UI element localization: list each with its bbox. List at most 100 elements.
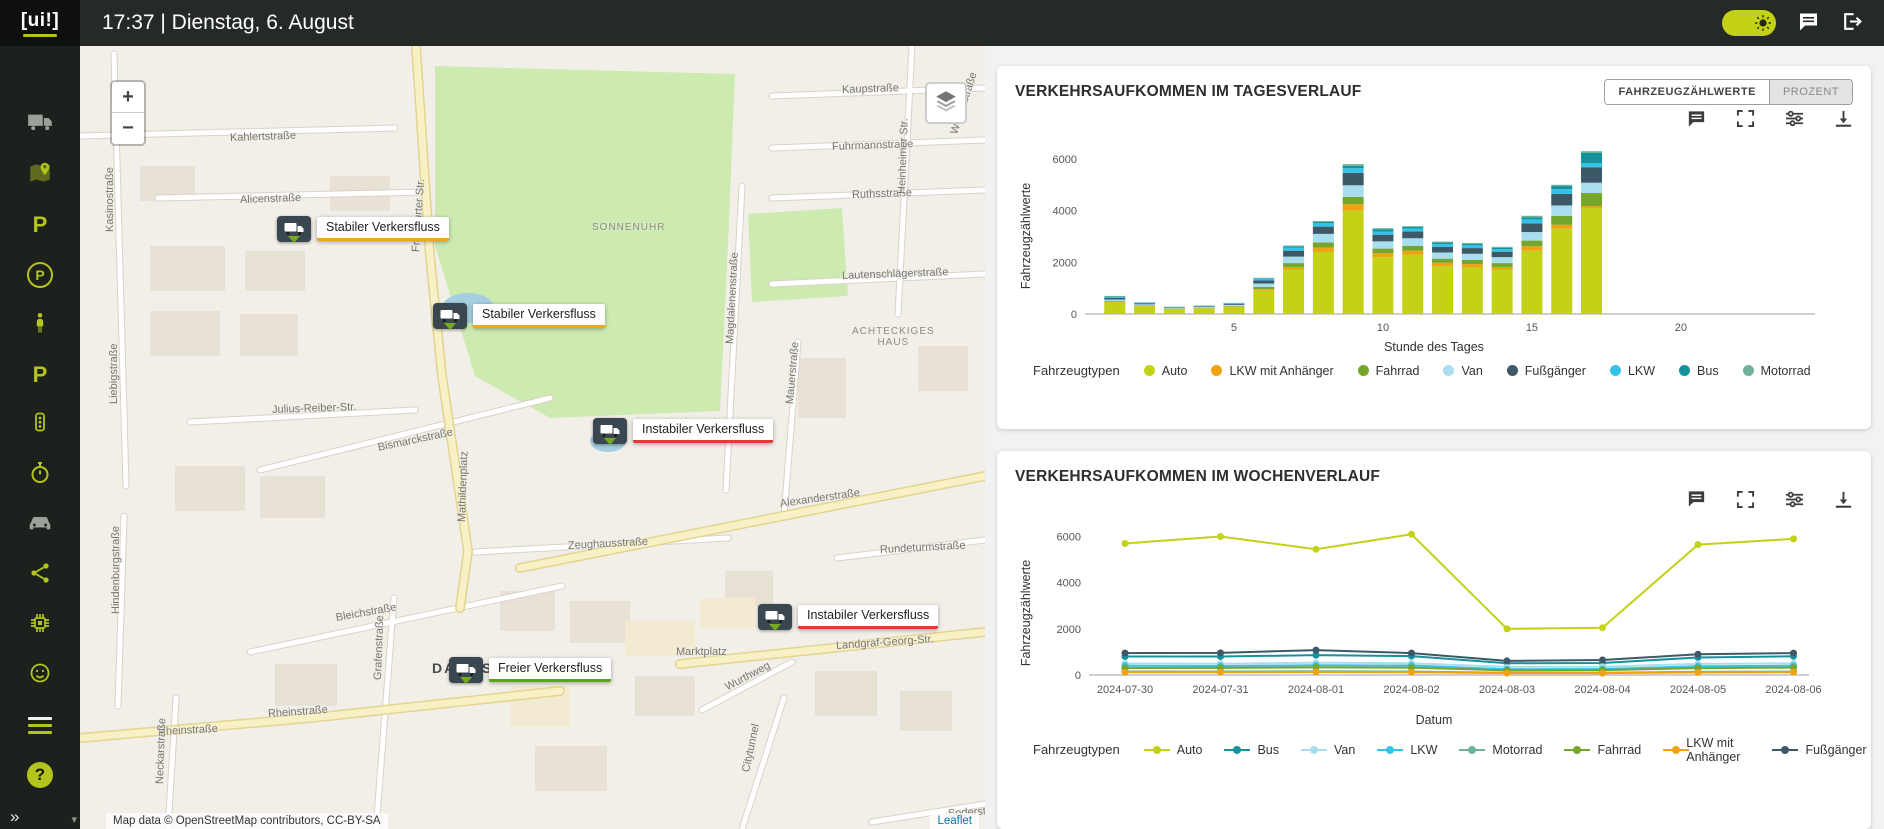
comment-button[interactable] xyxy=(1687,490,1706,509)
legend-item[interactable]: Bus xyxy=(1224,743,1279,757)
sidebar-nav: P P P xyxy=(0,100,80,800)
logout-icon xyxy=(1841,11,1862,35)
logo-accent xyxy=(23,34,57,37)
legend-item[interactable]: LKW mit Anhänger xyxy=(1663,736,1750,764)
legend-item[interactable]: LKW xyxy=(1610,364,1655,378)
map-attribution[interactable]: Map data © OpenStreetMap contributors, C… xyxy=(106,813,388,829)
legend-item[interactable]: Auto xyxy=(1144,364,1188,378)
sidebar-item-truck[interactable] xyxy=(0,100,80,150)
legend-label: Van xyxy=(1334,743,1355,757)
poi-label: SONNENUHR xyxy=(592,222,665,233)
sidebar-item-feedback[interactable] xyxy=(0,650,80,700)
sidebar-item-car[interactable] xyxy=(0,500,80,550)
legend-label: LKW mit Anhänger xyxy=(1686,736,1750,764)
traffic-flow-marker[interactable]: Instabiler Verkersfluss xyxy=(593,418,627,444)
legend-item[interactable]: LKW xyxy=(1377,743,1437,757)
chat-button[interactable] xyxy=(1798,12,1819,35)
marker-label: Instabiler Verkersfluss xyxy=(798,605,938,629)
layers-button[interactable] xyxy=(925,82,967,124)
leaflet-attribution[interactable]: Leaflet xyxy=(930,813,979,829)
legend-item[interactable]: Van xyxy=(1301,743,1355,757)
chart-legend: Fahrzeugtypen AutoLKW mit AnhängerFahrra… xyxy=(1033,363,1853,378)
legend-label: Fahrrad xyxy=(1597,743,1641,757)
zoom-out-button[interactable]: − xyxy=(112,113,144,144)
legend-label: Bus xyxy=(1257,743,1279,757)
topbar-controls xyxy=(1722,10,1862,36)
sidebar-expand-chevrons[interactable]: » xyxy=(10,807,20,827)
sidebar-item-menu[interactable] xyxy=(0,700,80,750)
street-label: Kahlertstraße xyxy=(230,130,296,144)
svg-text:6000: 6000 xyxy=(1057,531,1081,543)
toggle-percent[interactable]: PROZENT xyxy=(1770,80,1852,104)
legend-item[interactable]: Auto xyxy=(1144,743,1203,757)
download-button[interactable] xyxy=(1834,109,1853,128)
legend-item[interactable]: Van xyxy=(1443,364,1482,378)
map-canvas[interactable]: KasinostraßeKahlertstraßeAlicenstraßeFra… xyxy=(80,46,985,829)
street-label: Bismarckstraße xyxy=(377,426,454,454)
fullscreen-button[interactable] xyxy=(1736,490,1755,509)
legend-swatch xyxy=(1377,745,1403,755)
street-label: Rundeturmstraße xyxy=(880,540,966,556)
filter-button[interactable] xyxy=(1785,109,1804,128)
legend-item[interactable]: Fahrrad xyxy=(1564,743,1641,757)
sidebar-item-parking-zone[interactable]: P xyxy=(0,250,80,300)
sidebar-item-parking[interactable]: P xyxy=(0,200,80,250)
legend-swatch xyxy=(1211,365,1222,376)
marker-label: Stabiler Verkersfluss xyxy=(317,217,449,241)
sidebar-scroll-arrow[interactable]: ▾ xyxy=(71,813,77,826)
marker-label: Freier Verkersfluss xyxy=(489,658,611,682)
street-label: Grafenstraße xyxy=(372,615,386,680)
svg-text:2024-08-02: 2024-08-02 xyxy=(1383,684,1439,696)
traffic-flow-marker[interactable]: Stabiler Verkersfluss xyxy=(277,216,311,242)
legend-item[interactable]: Fußgänger xyxy=(1507,364,1586,378)
legend-swatch xyxy=(1144,745,1170,755)
legend-item[interactable]: LKW mit Anhänger xyxy=(1211,364,1333,378)
comment-button[interactable] xyxy=(1687,109,1706,128)
legend-item[interactable]: Bus xyxy=(1679,364,1719,378)
legend-label: Fußgänger xyxy=(1805,743,1866,757)
parking-zone-icon: P xyxy=(33,364,48,386)
theme-toggle[interactable] xyxy=(1722,10,1776,36)
sidebar-item-pedestrian[interactable] xyxy=(0,300,80,350)
logo-text: [ui!] xyxy=(21,10,59,32)
street-label: Bleichstraße xyxy=(335,601,397,623)
sidebar-item-traffic-light[interactable] xyxy=(0,400,80,450)
share-icon xyxy=(28,561,52,590)
fullscreen-button[interactable] xyxy=(1736,109,1755,128)
comment-icon xyxy=(1687,110,1706,128)
sidebar-item-stopwatch[interactable] xyxy=(0,450,80,500)
traffic-flow-marker[interactable]: Instabiler Verkersfluss xyxy=(758,604,792,630)
sidebar: [ui!] P P P xyxy=(0,0,80,829)
layers-icon xyxy=(933,88,959,119)
sidebar-item-parking-2[interactable]: P xyxy=(0,350,80,400)
download-button[interactable] xyxy=(1834,490,1853,509)
card-daily-traffic: VERKEHRSAUFKOMMEN IM TAGESVERLAUF FAHRZE… xyxy=(997,66,1871,429)
sidebar-item-help[interactable]: ? xyxy=(0,750,80,800)
sidebar-item-iot[interactable] xyxy=(0,600,80,650)
zoom-in-button[interactable]: + xyxy=(112,82,144,113)
svg-text:20: 20 xyxy=(1675,322,1687,334)
legend-item[interactable]: Motorrad xyxy=(1743,364,1811,378)
street-label: Kaupstraße xyxy=(842,82,899,96)
legend-item[interactable]: Motorrad xyxy=(1459,743,1542,757)
legend-item[interactable]: Fußgänger xyxy=(1772,743,1866,757)
map-overlay: KasinostraßeKahlertstraßeAlicenstraßeFra… xyxy=(80,46,985,829)
sidebar-item-share[interactable] xyxy=(0,550,80,600)
app-logo[interactable]: [ui!] xyxy=(0,0,80,46)
download-icon xyxy=(1834,109,1853,128)
svg-text:10: 10 xyxy=(1377,322,1389,334)
marker-truck-icon xyxy=(433,303,467,329)
sidebar-item-map[interactable] xyxy=(0,150,80,200)
legend-swatch xyxy=(1743,365,1754,376)
legend-swatch xyxy=(1224,745,1250,755)
legend-swatch xyxy=(1610,365,1621,376)
traffic-flow-marker[interactable]: Freier Verkersfluss xyxy=(449,657,483,683)
poi-label: ACHTECKIGES HAUS xyxy=(852,326,935,348)
street-label: Rheinstraße xyxy=(268,704,329,720)
toggle-count-values[interactable]: FAHRZEUGZÄHLWERTE xyxy=(1605,80,1769,104)
legend-item[interactable]: Fahrrad xyxy=(1358,364,1420,378)
logout-button[interactable] xyxy=(1841,11,1862,35)
filter-button[interactable] xyxy=(1785,490,1804,509)
traffic-flow-marker[interactable]: Stabiler Verkersfluss xyxy=(433,303,467,329)
help-icon: ? xyxy=(27,762,53,788)
